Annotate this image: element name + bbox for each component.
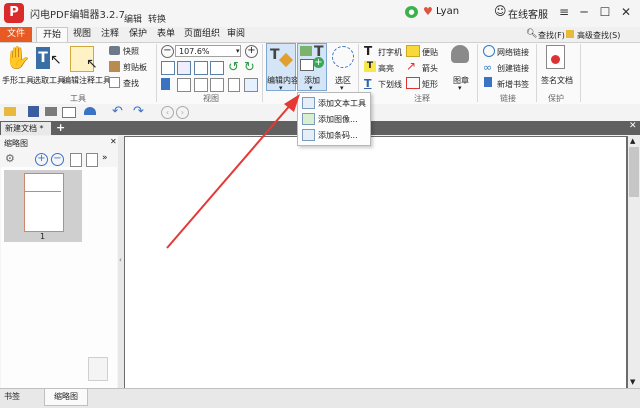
arrow-line: [166, 102, 293, 249]
arrow-annotation: [166, 94, 300, 249]
